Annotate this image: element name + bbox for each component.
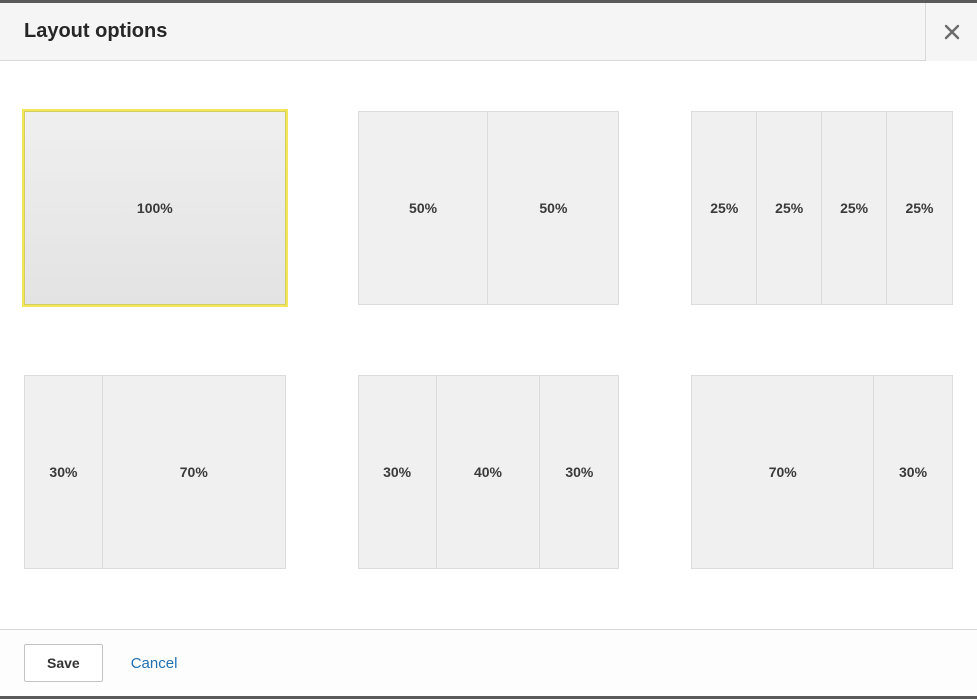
layout-option-3-col-0: 30%: [25, 376, 103, 568]
layout-option-3[interactable]: 30%70%: [24, 375, 286, 569]
layout-option-2[interactable]: 25%25%25%25%: [691, 111, 953, 305]
layout-option-2-col-3: 25%: [887, 112, 952, 304]
layout-option-5-col-0: 70%: [692, 376, 874, 568]
layout-option-0-col-0: 100%: [25, 112, 285, 304]
dialog-title: Layout options: [24, 20, 167, 43]
layout-options-dialog: Layout options 100%50%50%25%25%25%25%30%…: [0, 3, 977, 699]
layout-option-1-col-1: 50%: [488, 112, 618, 304]
layout-option-2-col-1: 25%: [757, 112, 822, 304]
layout-option-2-col-2: 25%: [822, 112, 887, 304]
layout-option-2-col-0: 25%: [692, 112, 757, 304]
layout-option-0[interactable]: 100%: [24, 111, 286, 305]
layout-option-4[interactable]: 30%40%30%: [358, 375, 620, 569]
close-icon: [944, 24, 960, 40]
layout-option-5[interactable]: 70%30%: [691, 375, 953, 569]
close-button[interactable]: [925, 3, 977, 61]
layout-option-5-col-1: 30%: [874, 376, 952, 568]
dialog-footer: Save Cancel: [0, 629, 977, 699]
layout-option-1-col-0: 50%: [359, 112, 489, 304]
layout-option-4-col-2: 30%: [540, 376, 618, 568]
layout-option-4-col-1: 40%: [437, 376, 541, 568]
layout-option-3-col-1: 70%: [103, 376, 285, 568]
layout-grid: 100%50%50%25%25%25%25%30%70%30%40%30%70%…: [24, 111, 953, 569]
layout-option-1[interactable]: 50%50%: [358, 111, 620, 305]
dialog-header: Layout options: [0, 3, 977, 61]
layout-option-4-col-0: 30%: [359, 376, 437, 568]
save-button[interactable]: Save: [24, 644, 103, 682]
dialog-body: 100%50%50%25%25%25%25%30%70%30%40%30%70%…: [0, 61, 977, 629]
cancel-link[interactable]: Cancel: [131, 655, 178, 672]
